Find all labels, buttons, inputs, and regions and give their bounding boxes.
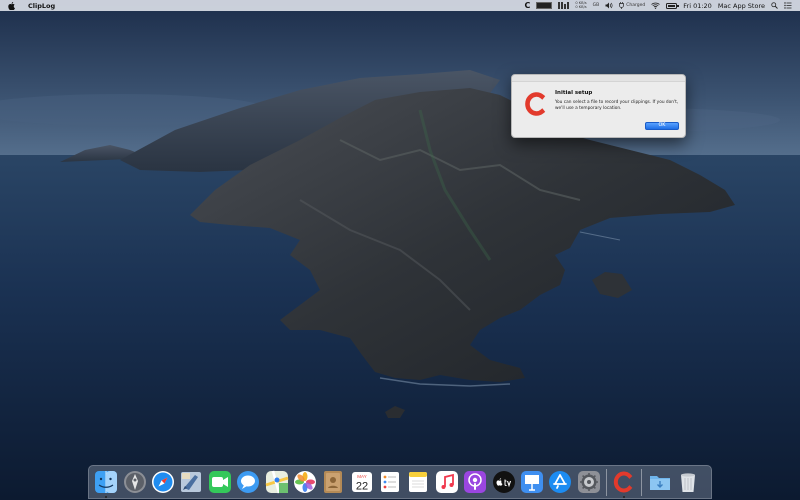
- dock-item-cliplog[interactable]: [610, 465, 638, 499]
- dock-item-reminders[interactable]: [376, 465, 404, 499]
- dock-item-messages[interactable]: [234, 465, 262, 499]
- facetime-icon: [208, 471, 231, 493]
- wifi-icon[interactable]: [651, 0, 661, 11]
- dock-item-app-store[interactable]: [546, 465, 574, 499]
- app-store-icon: [549, 471, 572, 493]
- dock-item-launchpad[interactable]: [120, 465, 148, 499]
- dock-item-photos[interactable]: [291, 465, 319, 499]
- maps-icon: [265, 470, 288, 494]
- dialog-title-bar: [512, 75, 685, 82]
- initial-setup-dialog: Initial setup You can select a file to r…: [511, 74, 686, 138]
- calendar-month: MAY: [357, 474, 366, 479]
- dock-item-keynote[interactable]: [518, 465, 546, 499]
- downloads-folder-icon: [649, 476, 670, 490]
- menu-bar: ClipLog C 0 KB/s 0 KB/s GB Charged Fri 01…: [0, 0, 800, 11]
- dock: MAY 22: [88, 465, 712, 499]
- cliplog-menu-extra[interactable]: C: [524, 0, 530, 11]
- dialog-message: You can select a file to record your cli…: [555, 100, 679, 111]
- tv-icon: [492, 471, 515, 493]
- system-preferences-icon: [577, 471, 600, 493]
- battery-status[interactable]: Charged: [619, 0, 645, 11]
- launchpad-icon: [123, 471, 146, 493]
- photos-icon: [293, 471, 316, 493]
- music-icon: [435, 471, 458, 493]
- cpu-graph-icon[interactable]: [536, 0, 553, 11]
- calendar-day: 22: [356, 481, 368, 493]
- dock-item-safari[interactable]: [149, 465, 177, 499]
- speaker-icon[interactable]: [605, 0, 613, 11]
- dock-item-finder[interactable]: [92, 465, 120, 499]
- calendar-icon: MAY 22: [351, 472, 372, 493]
- mac-app-store-menu[interactable]: Mac App Store: [718, 0, 765, 11]
- dock-item-notes[interactable]: [404, 465, 432, 499]
- dock-item-music[interactable]: [433, 465, 461, 499]
- keynote-icon: [521, 471, 544, 493]
- dock-separator: [641, 468, 643, 496]
- cliplog-app-icon: [525, 91, 547, 117]
- menu-clock[interactable]: Fri 01:20: [683, 0, 712, 11]
- mail-icon: [181, 472, 202, 492]
- battery-fill: [668, 4, 676, 7]
- dock-item-mail[interactable]: [177, 465, 205, 499]
- network-stats[interactable]: 0 KB/s 0 KB/s: [575, 0, 586, 11]
- dock-item-maps[interactable]: [262, 465, 290, 499]
- dock-item-calendar[interactable]: MAY 22: [348, 465, 376, 499]
- dock-item-facetime[interactable]: [206, 465, 234, 499]
- power-plug-icon: [619, 2, 625, 9]
- notes-icon: [409, 472, 428, 492]
- network-download-rate: 0 KB/s: [575, 4, 587, 9]
- finder-icon: [95, 471, 118, 493]
- spotlight-search-icon[interactable]: [771, 0, 778, 11]
- active-app-menu[interactable]: ClipLog: [28, 2, 55, 10]
- battery-status-text: Charged: [626, 3, 646, 8]
- dock-item-contacts[interactable]: [319, 465, 347, 499]
- dock-item-system-preferences[interactable]: [575, 465, 603, 499]
- dock-separator: [606, 468, 608, 496]
- memory-bars-icon[interactable]: [558, 0, 570, 11]
- messages-icon: [237, 471, 260, 493]
- trash-icon: [681, 473, 695, 492]
- dock-item-downloads[interactable]: [645, 465, 673, 499]
- battery-icon[interactable]: [666, 0, 679, 11]
- dock-item-trash[interactable]: [674, 465, 702, 499]
- dialog-title: Initial setup: [555, 90, 593, 96]
- dock-item-tv[interactable]: [489, 465, 517, 499]
- notification-center-icon[interactable]: [784, 0, 792, 11]
- dock-item-podcasts[interactable]: [461, 465, 489, 499]
- cliplog-icon: [614, 471, 633, 493]
- ok-button[interactable]: OK: [645, 122, 679, 130]
- podcasts-icon: [464, 471, 487, 493]
- safari-icon: [151, 471, 174, 493]
- memory-usage[interactable]: GB: [593, 0, 600, 11]
- reminders-icon: [381, 472, 400, 492]
- apple-menu-icon[interactable]: [8, 1, 17, 10]
- cliplog-running-indicator: [623, 495, 626, 498]
- finder-running-indicator: [105, 495, 108, 498]
- contacts-icon: [324, 471, 343, 493]
